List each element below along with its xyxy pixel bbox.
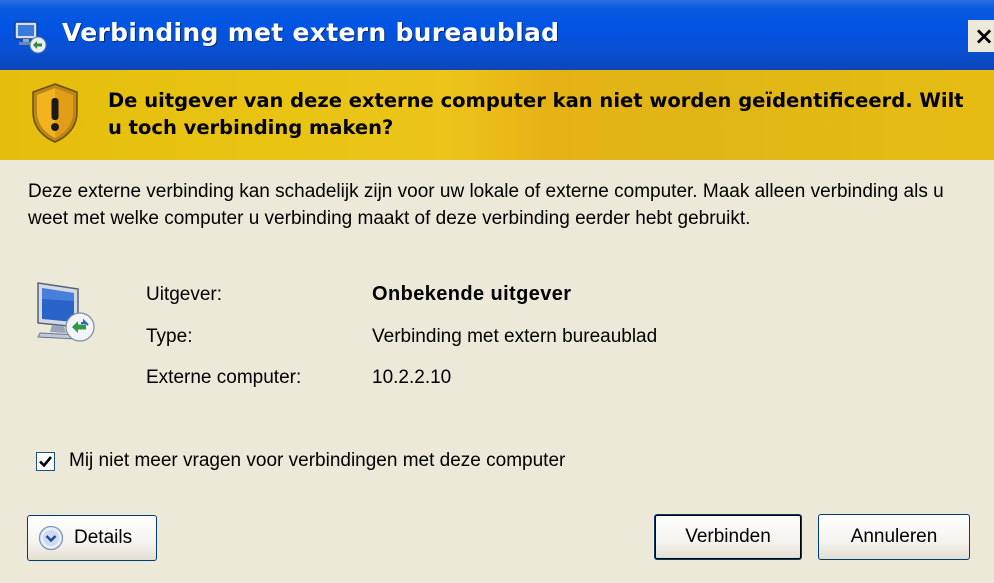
warning-heading: De uitgever van deze externe computer ka… bbox=[108, 89, 964, 139]
connect-button[interactable]: Verbinden bbox=[654, 514, 802, 560]
dont-ask-again-checkbox[interactable] bbox=[36, 451, 55, 471]
remote-computer-icon bbox=[37, 282, 95, 342]
close-icon: × bbox=[974, 22, 994, 50]
remote-computer-label: Externe computer: bbox=[146, 367, 302, 388]
connect-label: Verbinden bbox=[685, 526, 771, 547]
chevron-down-icon bbox=[38, 525, 64, 551]
dont-ask-again-row[interactable]: Mij niet meer vragen voor verbindingen m… bbox=[36, 450, 565, 472]
warning-banner: De uitgever van deze externe computer ka… bbox=[0, 70, 994, 160]
title-bar[interactable]: Verbinding met extern bureaublad × bbox=[0, 0, 994, 70]
dont-ask-again-label[interactable]: Mij niet meer vragen voor verbindingen m… bbox=[69, 450, 565, 472]
cancel-button[interactable]: Annuleren bbox=[818, 514, 970, 560]
details-button[interactable]: Details bbox=[27, 515, 157, 561]
remote-computer-value: 10.2.2.10 bbox=[372, 367, 452, 388]
warning-description: Deze externe verbinding kan schadelijk z… bbox=[28, 181, 944, 229]
checkmark-icon bbox=[39, 455, 53, 467]
cancel-label: Annuleren bbox=[850, 526, 938, 547]
remote-desktop-icon bbox=[14, 21, 47, 54]
type-label: Type: bbox=[146, 326, 193, 347]
details-label: Details bbox=[74, 527, 133, 548]
publisher-value: Onbekende uitgever bbox=[372, 283, 572, 305]
type-value: Verbinding met extern bureaublad bbox=[372, 326, 658, 347]
publisher-label: Uitgever: bbox=[146, 284, 223, 305]
close-button[interactable]: × bbox=[968, 20, 994, 52]
rdp-security-dialog: Verbinding met extern bureaublad × De ui… bbox=[0, 0, 994, 583]
warning-shield-icon bbox=[32, 83, 78, 143]
window-title: Verbinding met extern bureaublad bbox=[62, 18, 560, 47]
